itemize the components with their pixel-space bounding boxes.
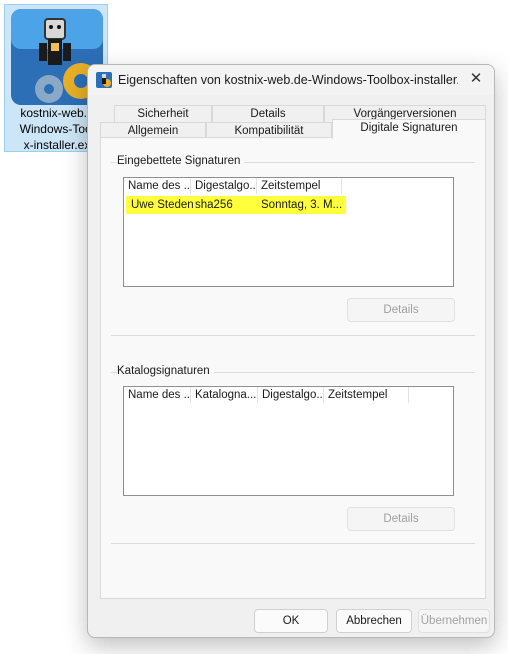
group-separator	[111, 543, 475, 544]
embedded-signatures-title: Eingebettete Signaturen	[117, 155, 245, 167]
tab-details[interactable]: Details	[212, 105, 324, 122]
dialog-title: Eigenschaften von kostnix-web.de-Windows…	[118, 73, 458, 87]
digest-cell: sha256	[195, 199, 233, 211]
catalog-signatures-list[interactable]: Name des ... Katalogna... Digestalgo... …	[123, 386, 454, 496]
close-icon[interactable]: ✕	[468, 71, 484, 87]
list-header: Name des ... Digestalgo... Zeitstempel	[124, 178, 453, 194]
catalog-signatures-title: Katalogsignaturen	[117, 365, 214, 377]
embedded-details-button[interactable]: Details	[347, 298, 455, 322]
column-header-name[interactable]: Name des ...	[124, 178, 191, 194]
column-header-digest[interactable]: Digestalgo...	[258, 387, 324, 403]
embedded-signatures-list[interactable]: Name des ... Digestalgo... Zeitstempel U…	[123, 177, 454, 287]
table-row[interactable]: Uwe Steden sha256 Sonntag, 3. M...	[126, 196, 346, 214]
cancel-button[interactable]: Abbrechen	[336, 609, 412, 633]
ok-button[interactable]: OK	[254, 609, 328, 633]
column-header-name[interactable]: Name des ...	[124, 387, 191, 403]
group-separator	[111, 335, 475, 336]
tab-sicherheit[interactable]: Sicherheit	[114, 105, 212, 122]
list-header: Name des ... Katalogna... Digestalgo... …	[124, 387, 453, 403]
column-header-timestamp[interactable]: Zeitstempel	[324, 387, 409, 403]
column-header-digest[interactable]: Digestalgo...	[191, 178, 257, 194]
timestamp-cell: Sonntag, 3. M...	[261, 199, 343, 211]
tab-digitale-signaturen[interactable]: Digitale Signaturen	[332, 119, 486, 139]
dialog-titlebar[interactable]: Eigenschaften von kostnix-web.de-Windows…	[88, 65, 494, 95]
apply-button[interactable]: Übernehmen	[418, 609, 490, 633]
column-header-catalog-name[interactable]: Katalogna...	[191, 387, 258, 403]
installer-app-icon	[96, 72, 112, 88]
properties-dialog: Eigenschaften von kostnix-web.de-Windows…	[87, 64, 495, 638]
tab-panel-digitale-signaturen: Eingebettete Signaturen Name des ... Dig…	[100, 137, 486, 599]
catalog-details-button[interactable]: Details	[347, 507, 455, 531]
signer-name-cell: Uwe Steden	[131, 199, 194, 211]
column-header-timestamp[interactable]: Zeitstempel	[257, 178, 342, 194]
